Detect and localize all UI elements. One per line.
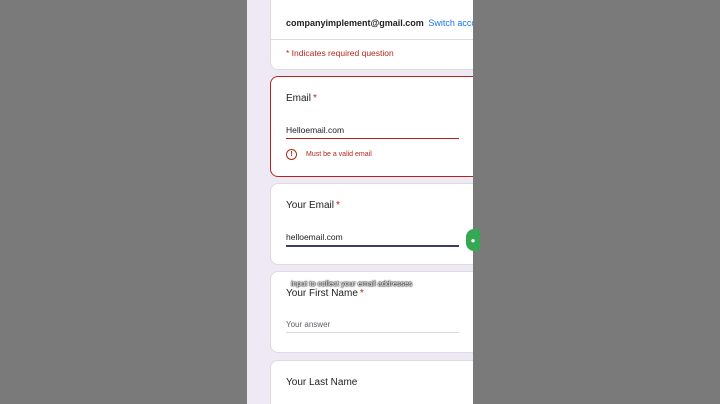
question-card-email: Email * Helloemail.com ! Must be a valid … — [270, 76, 473, 177]
question-label: Your Email — [286, 200, 334, 211]
required-star: * — [336, 200, 340, 211]
video-letterbox-right — [473, 0, 720, 404]
email-field[interactable]: Helloemail.com — [286, 125, 459, 139]
error-message: ! Must be a valid email — [286, 149, 372, 160]
question-title-your-email: Your Email * — [286, 200, 340, 211]
video-caption: input to collect your email addresses — [291, 279, 413, 288]
account-card: companyimplement@gmail.com Switch accoun… — [270, 0, 473, 70]
question-title-first-name: Your First Name * — [286, 288, 364, 299]
required-star: * — [359, 288, 364, 299]
question-card-your-email: Your Email * helloemail.com — [270, 183, 473, 265]
required-star: * — [313, 93, 317, 104]
alert-circle-icon: ! — [286, 149, 297, 160]
required-note: * Indicates required question — [286, 48, 394, 58]
question-label: Your First Name — [286, 288, 358, 299]
question-title-last-name: Your Last Name — [286, 377, 358, 388]
question-title-email: Email * — [286, 93, 317, 104]
divider — [271, 39, 473, 40]
question-label: Email — [286, 93, 312, 104]
account-line: companyimplement@gmail.com Switch accoun… — [286, 18, 473, 28]
error-text: Must be a valid email — [306, 151, 372, 158]
switch-account-link[interactable]: Switch account — [428, 18, 473, 28]
video-letterbox-left — [0, 0, 247, 404]
your-email-field[interactable]: helloemail.com — [286, 232, 459, 247]
form-screen: companyimplement@gmail.com Switch accoun… — [247, 0, 473, 404]
first-name-field[interactable]: Your answer — [286, 320, 459, 333]
question-card-last-name: Your Last Name — [270, 360, 473, 404]
account-email: companyimplement@gmail.com — [286, 18, 424, 28]
chat-bubble-icon[interactable]: ● — [466, 229, 480, 251]
